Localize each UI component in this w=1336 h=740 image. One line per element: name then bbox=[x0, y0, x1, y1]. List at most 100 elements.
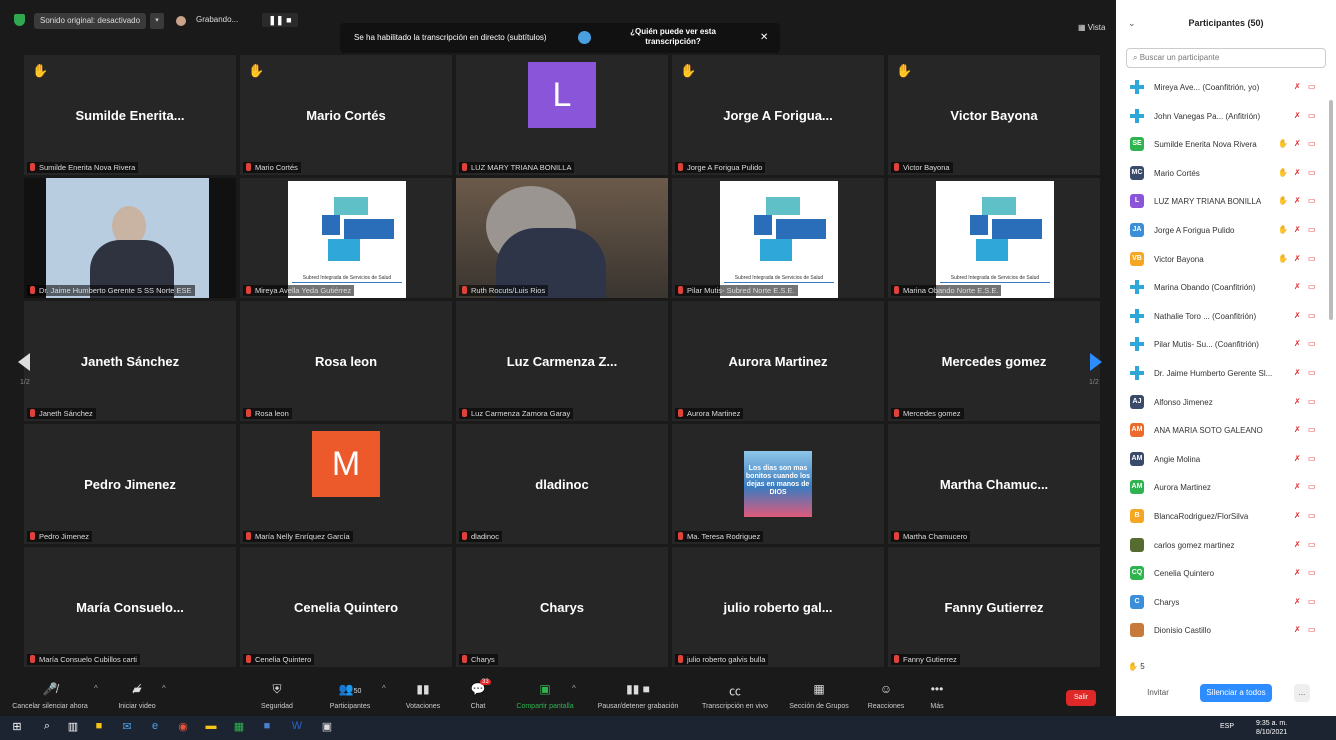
video-off-icon[interactable]: ▭ bbox=[1308, 111, 1316, 120]
video-tile[interactable]: Rosa leon Rosa leon bbox=[240, 301, 452, 421]
word-icon[interactable]: W bbox=[290, 720, 304, 736]
original-sound-toggle[interactable]: Sonido original: desactivado bbox=[34, 13, 147, 29]
video-off-icon[interactable]: ▭ bbox=[1308, 454, 1316, 463]
video-tile[interactable]: Dr. Jaime Humberto Gerente S SS Norte ES… bbox=[24, 178, 236, 298]
video-off-icon[interactable]: ▭ bbox=[1308, 511, 1316, 520]
video-off-icon[interactable]: ▭ bbox=[1308, 311, 1316, 320]
participant-row[interactable]: L LUZ MARY TRIANA BONILLA ✋ ✗ ▭ bbox=[1116, 188, 1328, 216]
muted-mic-icon[interactable]: ✗ bbox=[1294, 111, 1301, 120]
video-tile[interactable]: Luz Carmenza Z... Luz Carmenza Zamora Gar… bbox=[456, 301, 668, 421]
video-tile[interactable]: Subred Integrada de Servicios de Salud Pi… bbox=[672, 178, 884, 298]
video-tile[interactable]: dladinoc dladinoc bbox=[456, 424, 668, 544]
live-transcription-button[interactable]: ㏄ Transcripción en vivo bbox=[694, 676, 776, 716]
share-options-icon[interactable]: ^ bbox=[572, 684, 576, 693]
participant-row[interactable]: JA Jorge A Forigua Pulido ✋ ✗ ▭ bbox=[1116, 217, 1328, 245]
video-tile[interactable]: M María Nelly Enríquez García bbox=[240, 424, 452, 544]
video-tile[interactable]: Los dias son mas bonitos cuando los deja… bbox=[672, 424, 884, 544]
video-tile[interactable]: Charys Charys bbox=[456, 547, 668, 667]
muted-mic-icon[interactable]: ✗ bbox=[1294, 511, 1301, 520]
video-off-icon[interactable]: ▭ bbox=[1308, 139, 1316, 148]
participant-row[interactable]: carlos gomez martinez ✗ ▭ bbox=[1116, 532, 1328, 560]
participant-row[interactable]: Nathalie Toro ... (Coanfitrión) ✗ ▭ bbox=[1116, 303, 1328, 331]
muted-mic-icon[interactable]: ✗ bbox=[1294, 282, 1301, 291]
video-tile[interactable]: Subred Integrada de Servicios de Salud Ma… bbox=[888, 178, 1100, 298]
start-video-button[interactable]: ▰̸ Iniciar video bbox=[112, 676, 162, 716]
mute-all-button[interactable]: Silenciar a todos bbox=[1200, 684, 1272, 702]
video-off-icon[interactable]: ▭ bbox=[1308, 482, 1316, 491]
chat-button[interactable]: 💬 33 Chat bbox=[458, 676, 498, 716]
folder-icon[interactable]: ▬ bbox=[204, 720, 218, 736]
chevron-down-icon[interactable]: ▾ bbox=[150, 13, 164, 29]
audio-options-icon[interactable]: ^ bbox=[94, 684, 98, 693]
video-off-icon[interactable]: ▭ bbox=[1308, 397, 1316, 406]
muted-mic-icon[interactable]: ✗ bbox=[1294, 225, 1301, 234]
muted-mic-icon[interactable]: ✗ bbox=[1294, 368, 1301, 377]
video-off-icon[interactable]: ▭ bbox=[1308, 568, 1316, 577]
video-tile[interactable]: L LUZ MARY TRIANA BONILLA bbox=[456, 55, 668, 175]
muted-mic-icon[interactable]: ✗ bbox=[1294, 568, 1301, 577]
scrollbar[interactable] bbox=[1329, 100, 1333, 320]
security-button[interactable]: ⛨ Seguridad bbox=[252, 676, 302, 716]
participant-row[interactable]: John Vanegas Pa... (Anfitrión) ✗ ▭ bbox=[1116, 103, 1328, 131]
muted-mic-icon[interactable]: ✗ bbox=[1294, 397, 1301, 406]
shield-icon[interactable] bbox=[14, 14, 25, 26]
video-tile[interactable]: ✋ Mario Cortés Mario Cortés bbox=[240, 55, 452, 175]
video-tile[interactable]: María Consuelo... María Consuelo Cubillos… bbox=[24, 547, 236, 667]
edge-icon[interactable]: e bbox=[148, 720, 162, 736]
participant-row[interactable]: Mireya Ave... (Coanfitrión, yo) ✗ ▭ bbox=[1116, 74, 1328, 102]
participant-row[interactable]: Marina Obando (Coanfitrión) ✗ ▭ bbox=[1116, 274, 1328, 302]
video-tile[interactable]: Aurora Martinez Aurora Martinez bbox=[672, 301, 884, 421]
muted-mic-icon[interactable]: ✗ bbox=[1294, 168, 1301, 177]
participant-row[interactable]: Pilar Mutis- Su... (Coanfitrión) ✗ ▭ bbox=[1116, 331, 1328, 359]
clock[interactable]: 9:35 a. m. 8/10/2021 bbox=[1256, 719, 1287, 737]
invite-button[interactable]: Invitar bbox=[1140, 684, 1176, 702]
video-off-icon[interactable]: ▭ bbox=[1308, 368, 1316, 377]
participant-row[interactable]: Dionisio Castillo ✗ ▭ bbox=[1116, 617, 1328, 645]
muted-mic-icon[interactable]: ✗ bbox=[1294, 196, 1301, 205]
muted-mic-icon[interactable]: ✗ bbox=[1294, 339, 1301, 348]
video-tile[interactable]: ✋ Sumilde Enerita... Sumilde Enerita Nova … bbox=[24, 55, 236, 175]
video-off-icon[interactable]: ▭ bbox=[1308, 225, 1316, 234]
video-tile[interactable]: Subred Integrada de Servicios de Salud Mi… bbox=[240, 178, 452, 298]
muted-mic-icon[interactable]: ✗ bbox=[1294, 454, 1301, 463]
pause-stop-recording-button[interactable]: ▮▮ ■ Pausar/detener grabación bbox=[590, 676, 686, 716]
participants-options-icon[interactable]: ^ bbox=[382, 684, 386, 693]
video-tile[interactable]: Fanny Gutierrez Fanny Gutierrez bbox=[888, 547, 1100, 667]
video-off-icon[interactable]: ▭ bbox=[1308, 597, 1316, 606]
participant-row[interactable]: MC Mario Cortés ✋ ✗ ▭ bbox=[1116, 160, 1328, 188]
search-input[interactable]: ⌕ Buscar un participante bbox=[1126, 48, 1326, 68]
polls-button[interactable]: ▮▮ Votaciones bbox=[398, 676, 448, 716]
windows-start-icon[interactable]: ⊞ bbox=[10, 720, 24, 736]
more-button[interactable]: ••• Más bbox=[922, 676, 952, 716]
participant-row[interactable]: B BlancaRodriguez/FlorSilva ✗ ▭ bbox=[1116, 503, 1328, 531]
muted-mic-icon[interactable]: ✗ bbox=[1294, 311, 1301, 320]
zoom-icon[interactable]: ■ bbox=[260, 720, 274, 736]
excel-icon[interactable]: ▦ bbox=[232, 720, 246, 736]
participant-row[interactable]: VB Victor Bayona ✋ ✗ ▭ bbox=[1116, 246, 1328, 274]
participant-row[interactable]: AJ Alfonso Jimenez ✗ ▭ bbox=[1116, 389, 1328, 417]
video-tile[interactable]: Pedro Jimenez Pedro Jimenez bbox=[24, 424, 236, 544]
video-off-icon[interactable]: ▭ bbox=[1308, 540, 1316, 549]
participant-row[interactable]: CQ Cenelia Quintero ✗ ▭ bbox=[1116, 560, 1328, 588]
share-screen-button[interactable]: ▣ Compartir pantalla bbox=[508, 676, 582, 716]
view-button[interactable]: ▦ Vista bbox=[1078, 23, 1105, 32]
mail-icon[interactable]: ✉ bbox=[120, 720, 134, 736]
video-tile[interactable]: Cenelia Quintero Cenelia Quintero bbox=[240, 547, 452, 667]
close-icon[interactable]: ✕ bbox=[760, 32, 768, 43]
search-icon[interactable]: ⌕ bbox=[40, 720, 54, 736]
muted-mic-icon[interactable]: ✗ bbox=[1294, 597, 1301, 606]
muted-mic-icon[interactable]: ✗ bbox=[1294, 82, 1301, 91]
video-off-icon[interactable]: ▭ bbox=[1308, 196, 1316, 205]
muted-mic-icon[interactable]: ✗ bbox=[1294, 540, 1301, 549]
video-off-icon[interactable]: ▭ bbox=[1308, 282, 1316, 291]
video-tile[interactable]: Ruth Rocuts/Luis Rios bbox=[456, 178, 668, 298]
muted-mic-icon[interactable]: ✗ bbox=[1294, 254, 1301, 263]
video-tile[interactable]: ✋ Victor Bayona Victor Bayona bbox=[888, 55, 1100, 175]
more-options-button[interactable]: ... bbox=[1294, 684, 1310, 702]
participant-row[interactable]: AM ANA MARIA SOTO GALEANO ✗ ▭ bbox=[1116, 417, 1328, 445]
video-tile[interactable]: julio roberto gal... julio roberto galvis… bbox=[672, 547, 884, 667]
muted-mic-icon[interactable]: ✗ bbox=[1294, 482, 1301, 491]
store-icon[interactable]: ■ bbox=[92, 720, 106, 736]
video-off-icon[interactable]: ▭ bbox=[1308, 625, 1316, 634]
participants-button[interactable]: 👥50 Participantes bbox=[320, 676, 380, 716]
